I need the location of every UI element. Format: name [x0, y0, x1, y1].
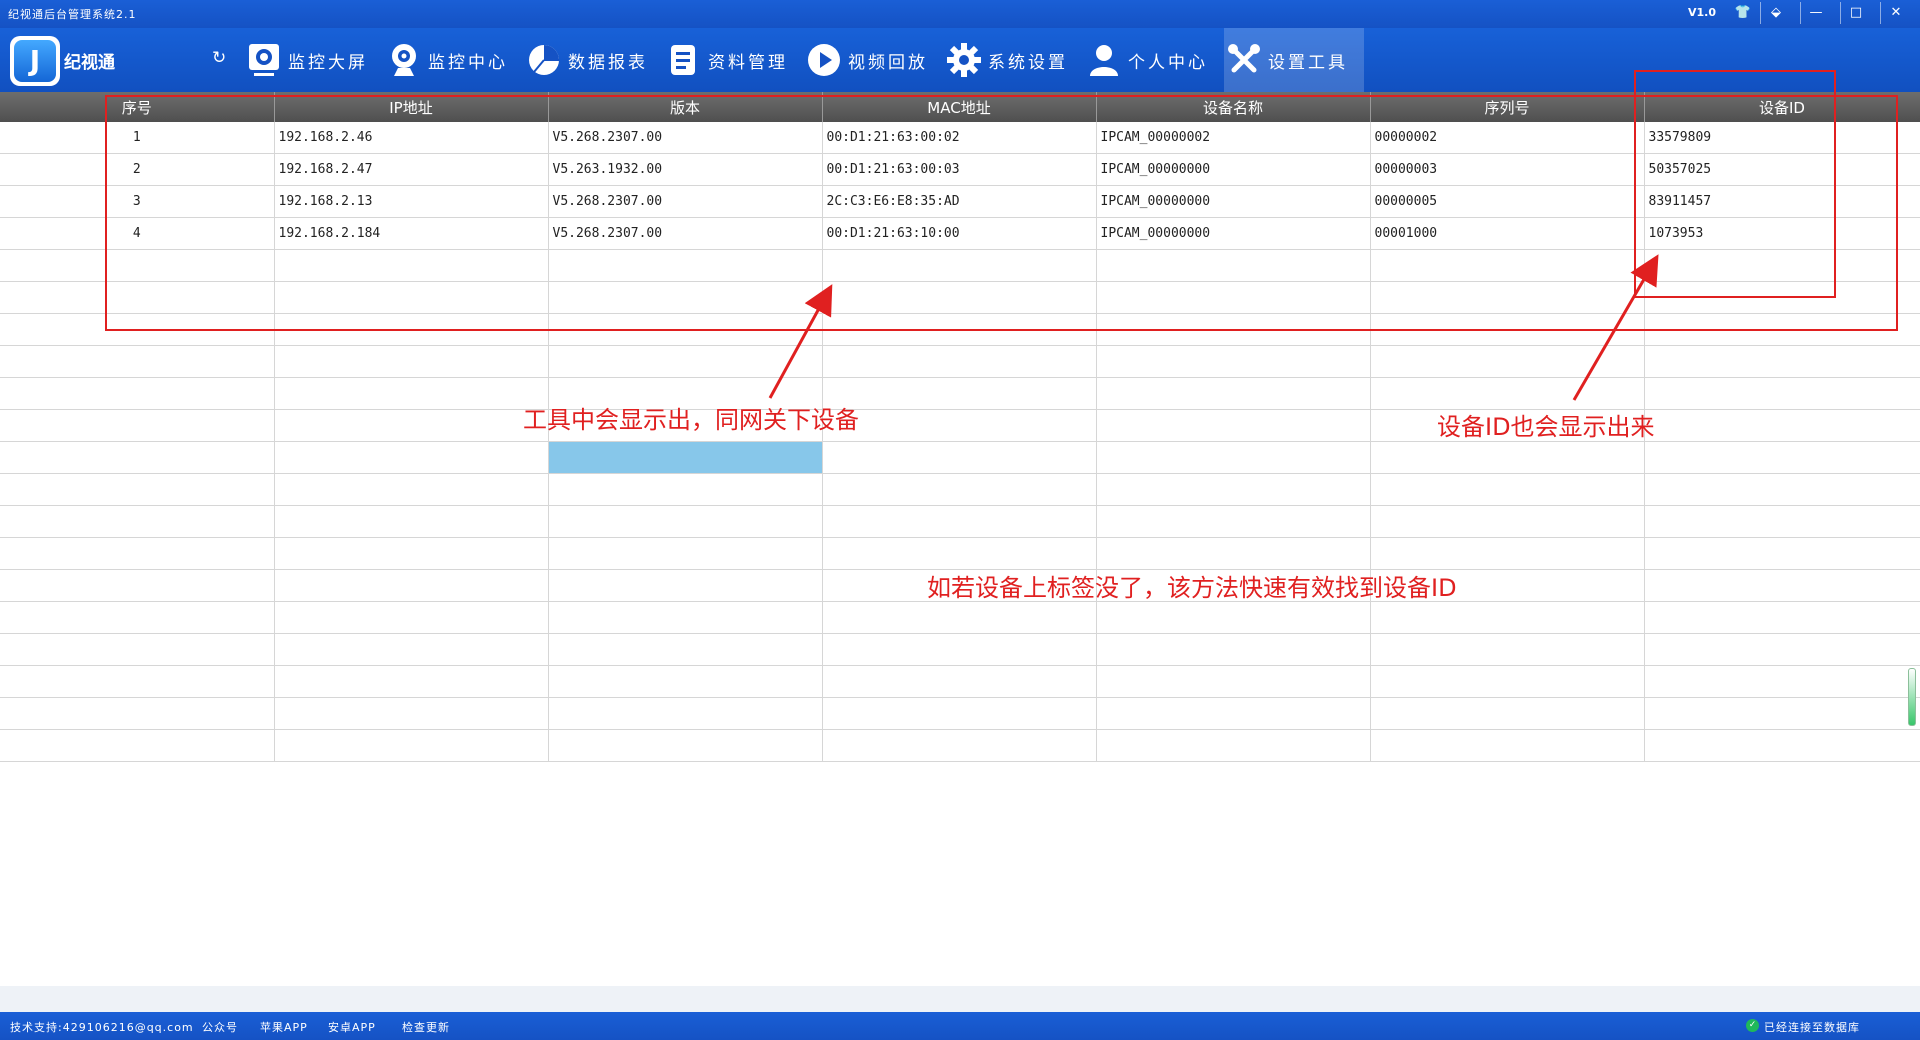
connection-status: 已经连接至数据库: [1764, 1021, 1860, 1034]
connected-icon: ✓: [1746, 1019, 1759, 1032]
arrow-to-device-rows: [768, 284, 833, 399]
annotation-network-devices: 工具中会显示出，同网关下设备: [523, 406, 859, 434]
apple-app-link[interactable]: 苹果APP: [260, 1019, 308, 1035]
check-update-link[interactable]: 检查更新: [402, 1019, 450, 1035]
public-account-link[interactable]: 公众号: [202, 1019, 238, 1035]
footer-strip: [0, 986, 1920, 1012]
support-contact: 技术支持:429106216@qq.com: [10, 1021, 194, 1034]
status-bar: 技术支持:429106216@qq.com 公众号 苹果APP 安卓APP 检查…: [0, 1012, 1920, 1040]
annotation-device-id: 设备ID也会显示出来: [1437, 413, 1655, 441]
android-app-link[interactable]: 安卓APP: [328, 1019, 376, 1035]
annotation-quick-find: 如若设备上标签没了，该方法快速有效找到设备ID: [927, 574, 1457, 602]
annotation-arrows: [768, 254, 1659, 401]
scroll-indicator[interactable]: [1908, 668, 1916, 726]
arrow-to-device-id: [1572, 254, 1659, 401]
